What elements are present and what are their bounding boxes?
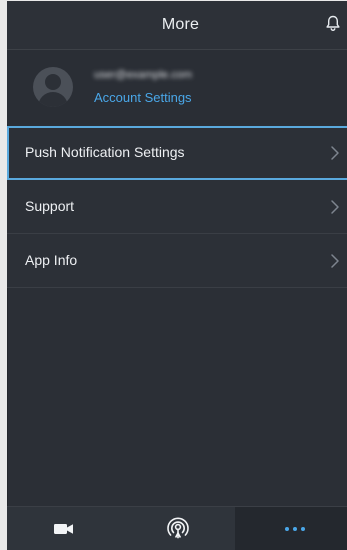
menu-item-label: App Info bbox=[25, 252, 78, 268]
account-section[interactable]: user@example.com Account Settings bbox=[7, 50, 347, 124]
account-email: user@example.com bbox=[94, 69, 192, 81]
tab-more[interactable] bbox=[235, 507, 347, 550]
notifications-button[interactable] bbox=[325, 15, 341, 33]
avatar-head bbox=[45, 74, 61, 90]
tab-camera[interactable] bbox=[7, 507, 121, 550]
more-dots-icon bbox=[284, 527, 305, 531]
menu-item-label: Support bbox=[25, 198, 75, 214]
settings-menu: Push Notification Settings Support App I… bbox=[7, 126, 347, 288]
bell-icon bbox=[326, 15, 340, 32]
user-avatar-icon bbox=[33, 67, 73, 107]
account-settings-link[interactable]: Account Settings bbox=[94, 90, 192, 106]
chevron-right-icon bbox=[331, 254, 339, 268]
menu-item-push-notification-settings[interactable]: Push Notification Settings bbox=[7, 126, 347, 180]
chevron-right-icon bbox=[331, 146, 339, 160]
menu-item-label: Push Notification Settings bbox=[25, 144, 185, 160]
mobile-app-screen: More user@example.com Account Settings P… bbox=[7, 1, 347, 550]
top-bar: More bbox=[7, 1, 347, 50]
chevron-right-icon bbox=[331, 200, 339, 214]
page-title: More bbox=[161, 16, 200, 33]
avatar-body bbox=[38, 92, 68, 107]
menu-item-support[interactable]: Support bbox=[7, 180, 347, 234]
menu-item-app-info[interactable]: App Info bbox=[7, 234, 347, 288]
bottom-navigation bbox=[7, 506, 347, 550]
broadcast-icon bbox=[167, 517, 189, 539]
tab-broadcast[interactable] bbox=[121, 507, 235, 550]
video-camera-icon bbox=[54, 524, 73, 534]
